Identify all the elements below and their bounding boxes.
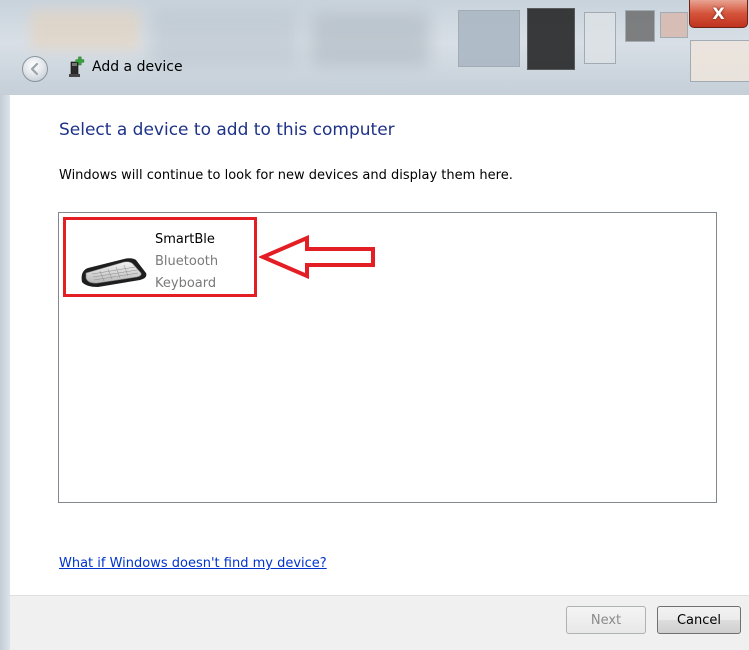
device-item-smartble[interactable]: SmartBle Bluetooth Keyboard — [63, 217, 257, 297]
device-list[interactable]: SmartBle Bluetooth Keyboard — [58, 212, 717, 503]
device-name: SmartBle — [155, 232, 215, 247]
background-thumbnail — [458, 10, 520, 67]
background-thumbnail — [527, 8, 575, 70]
add-device-window: X Add a device Select a device to add to… — [0, 0, 749, 650]
background-thumbnail — [660, 12, 688, 38]
add-device-icon — [69, 56, 85, 77]
back-button[interactable] — [22, 56, 48, 82]
background-thumbnail — [625, 10, 655, 42]
annotation-arrow-icon — [259, 235, 375, 279]
window-title: Add a device — [92, 59, 183, 75]
help-link[interactable]: What if Windows doesn't find my device? — [59, 556, 327, 571]
page-heading: Select a device to add to this computer — [59, 120, 395, 140]
background-blur — [30, 10, 140, 50]
background-thumbnail — [690, 40, 749, 82]
close-icon: X — [712, 4, 725, 23]
device-type: Bluetooth — [155, 254, 219, 269]
page-subtitle: Windows will continue to look for new de… — [59, 168, 513, 183]
background-blur — [310, 12, 430, 67]
close-button[interactable]: X — [689, 0, 748, 28]
keyboard-icon — [81, 258, 147, 287]
window-frame — [0, 95, 10, 650]
cancel-button[interactable]: Cancel — [657, 606, 741, 634]
title-bar: X Add a device — [0, 0, 749, 95]
device-type: Keyboard — [155, 276, 217, 291]
back-arrow-icon — [30, 62, 39, 76]
next-button[interactable]: Next — [566, 606, 646, 634]
background-thumbnail — [584, 12, 616, 64]
